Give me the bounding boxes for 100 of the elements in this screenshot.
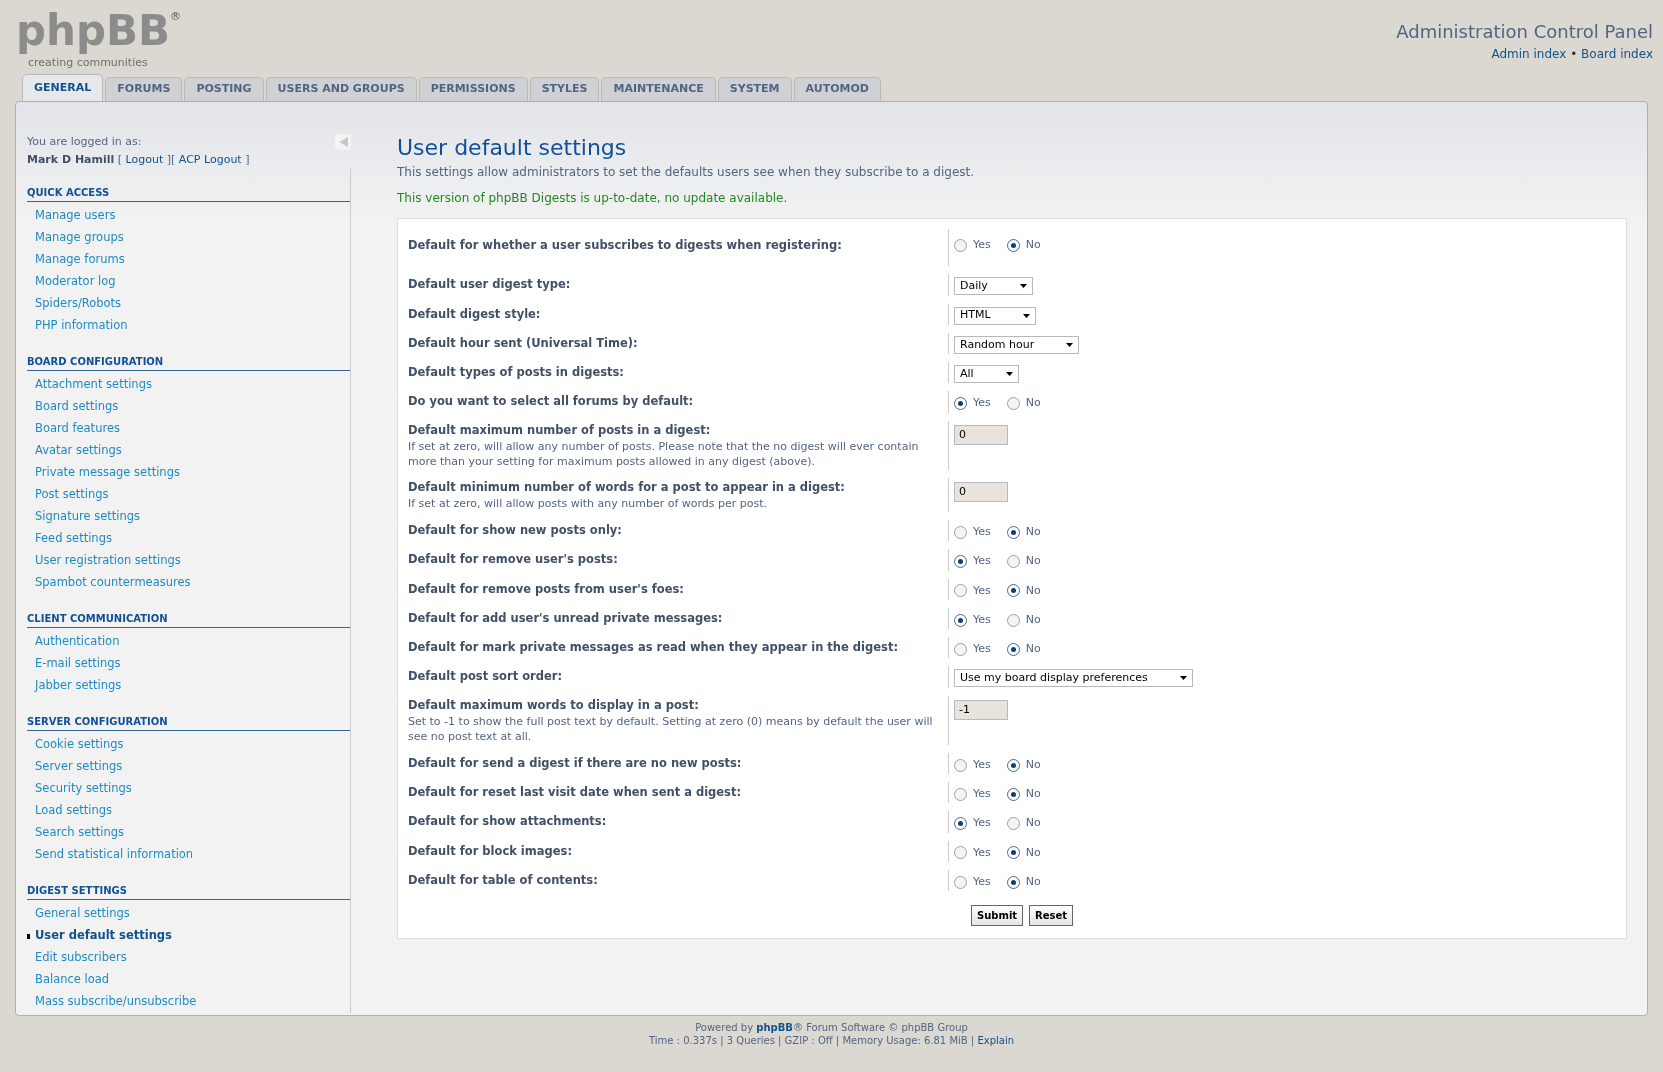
radio-label: No — [1025, 756, 1041, 773]
radio-button[interactable] — [1006, 642, 1020, 656]
field-label: Default for show new posts only: — [408, 522, 623, 539]
nav-tab[interactable]: GENERAL — [22, 74, 104, 101]
radio-label: No — [1025, 553, 1041, 570]
input-field[interactable]: 0 — [954, 481, 1008, 502]
radio-label: No — [1025, 395, 1041, 412]
sidebar-link[interactable]: Server settings — [27, 758, 123, 776]
nav-tab[interactable]: FORUMS — [105, 77, 183, 101]
form-button[interactable]: Reset — [1029, 905, 1074, 926]
radio-label: No — [1025, 524, 1041, 540]
sidebar-link[interactable]: User registration settings — [27, 552, 181, 570]
section-heading: DIGEST SETTINGS — [27, 883, 350, 900]
radio-label: Yes — [973, 582, 991, 599]
radio-label: Yes — [973, 395, 991, 412]
sidebar-link[interactable]: Manage forums — [27, 251, 125, 269]
nav-tab[interactable]: MAINTENANCE — [601, 77, 716, 101]
dropdown[interactable]: All — [954, 365, 1019, 383]
dropdown[interactable]: Use my board display preferences — [954, 669, 1193, 688]
sidebar-link[interactable]: Manage groups — [27, 229, 124, 247]
sidebar-link[interactable]: Post settings — [27, 486, 109, 504]
sidebar-link[interactable]: General settings — [27, 905, 130, 923]
nav-tab[interactable]: SYSTEM — [717, 77, 792, 101]
field-label: Default for remove user's posts: — [408, 551, 619, 569]
radio-button[interactable] — [1006, 238, 1020, 252]
radio-label: No — [1025, 641, 1041, 657]
sidebar-link[interactable]: Cookie settings — [27, 736, 124, 754]
radio-button[interactable] — [954, 397, 967, 410]
explain-link[interactable]: Explain — [977, 1035, 1014, 1046]
radio-button[interactable] — [954, 846, 967, 860]
sidebar-link[interactable]: Jabber settings — [27, 677, 122, 695]
sidebar-link[interactable]: PHP information — [27, 317, 128, 335]
sidebar-link[interactable]: Balance load — [27, 971, 110, 989]
sidebar-link[interactable]: Signature settings — [27, 508, 140, 526]
header-link[interactable]: Admin index — [1491, 47, 1567, 61]
radio-button[interactable] — [954, 787, 967, 801]
radio-label: Yes — [973, 237, 991, 253]
input-field[interactable]: -1 — [954, 699, 1008, 720]
sidebar-link[interactable]: Private message settings — [27, 464, 180, 482]
sidebar-link[interactable]: Manage users — [27, 207, 116, 225]
sidebar-link[interactable]: Attachment settings — [27, 376, 152, 394]
radio-button[interactable] — [954, 525, 967, 539]
input-field[interactable]: 0 — [954, 424, 1008, 445]
radio-label: Yes — [973, 844, 991, 861]
sidebar-link[interactable]: Mass subscribe/unsubscribe — [27, 993, 197, 1011]
radio-button[interactable] — [1006, 397, 1020, 410]
sidebar-link[interactable]: Spambot countermeasures — [27, 574, 191, 592]
field-label: Default for whether a user subscribes to digests when registering: — [408, 237, 843, 254]
radio-button[interactable] — [954, 584, 967, 598]
radio-button[interactable] — [954, 555, 967, 568]
radio-button[interactable] — [954, 875, 967, 889]
nav-tab[interactable]: AUTOMOD — [793, 77, 881, 101]
sidebar-link[interactable]: Send statistical information — [27, 846, 194, 864]
sidebar-link[interactable]: Avatar settings — [27, 442, 122, 460]
sidebar-link[interactable]: Spiders/Robots — [27, 295, 122, 313]
radio-label: No — [1025, 582, 1041, 599]
caret-icon — [1066, 342, 1074, 347]
radio-button[interactable] — [954, 758, 967, 772]
sidebar-link[interactable]: Authentication — [27, 633, 120, 651]
radio-button[interactable] — [1006, 846, 1020, 860]
radio-button[interactable] — [954, 238, 967, 252]
nav-tab[interactable]: POSTING — [184, 77, 264, 101]
sidebar-link[interactable]: E-mail settings — [27, 655, 121, 673]
dropdown[interactable]: Random hour — [954, 335, 1080, 354]
sidebar-link[interactable]: Board settings — [27, 398, 119, 416]
radio-button[interactable] — [1006, 613, 1020, 627]
sidebar-link[interactable]: Load settings — [27, 802, 113, 820]
sidebar-link[interactable]: Security settings — [27, 780, 132, 798]
radio-button[interactable] — [1006, 584, 1020, 598]
radio-label: Yes — [973, 553, 991, 570]
nav-tab[interactable]: USERS AND GROUPS — [265, 77, 417, 101]
form-button[interactable]: Submit — [971, 905, 1024, 926]
sidebar-link[interactable]: Feed settings — [27, 530, 112, 548]
header-link[interactable]: Board index — [1581, 47, 1653, 61]
nav-tab[interactable]: PERMISSIONS — [418, 77, 528, 101]
radio-button[interactable] — [954, 642, 967, 656]
radio-button[interactable] — [1006, 817, 1020, 830]
radio-button[interactable] — [954, 817, 967, 830]
radio-button[interactable] — [1006, 555, 1020, 568]
radio-button[interactable] — [1006, 787, 1020, 801]
sidebar-link[interactable]: Board features — [27, 420, 120, 438]
radio-button[interactable] — [1006, 758, 1020, 772]
nav-tab[interactable]: STYLES — [529, 77, 600, 101]
logo[interactable]: phpBB® creating communities — [14, 6, 184, 69]
sidebar-link[interactable]: Edit subscribers — [27, 949, 127, 967]
phpbb-link[interactable]: phpBB — [756, 1022, 793, 1033]
logout-link[interactable]: ACP Logout — [178, 152, 242, 166]
caret-icon — [1005, 372, 1013, 376]
sidebar-link[interactable]: Search settings — [27, 824, 125, 842]
sidebar-link[interactable]: Moderator log — [27, 273, 116, 291]
sidebar-link[interactable]: User default settings — [27, 927, 172, 945]
logout-link[interactable]: Logout — [125, 152, 164, 166]
panel-title: Administration Control Panel — [1396, 20, 1653, 44]
collapse-button[interactable] — [335, 134, 351, 150]
radio-button[interactable] — [954, 613, 967, 627]
radio-button[interactable] — [1006, 875, 1020, 889]
dropdown[interactable]: HTML — [954, 306, 1036, 325]
footer-text: Time : 0.337s | 3 Queries | GZIP : Off | Memory Usage: 6.81 MiB | Explain — [648, 1034, 1014, 1047]
radio-button[interactable] — [1006, 525, 1020, 539]
dropdown[interactable]: Daily — [954, 277, 1033, 296]
